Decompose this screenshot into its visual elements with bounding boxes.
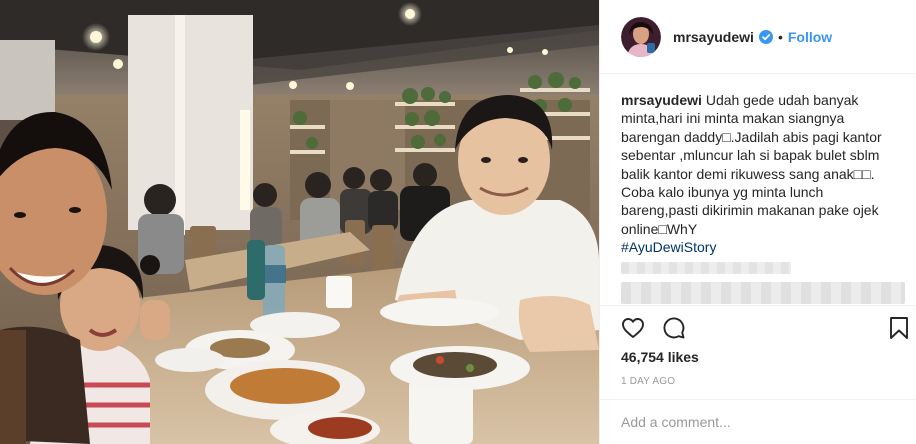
post-header: mrsayudewi • Follow — [600, 0, 916, 74]
caption-username[interactable]: mrsayudewi — [621, 92, 702, 108]
author-username[interactable]: mrsayudewi — [673, 29, 754, 45]
caption-text-3: barengan daddy□.Jadilah abis pagi kantor — [621, 128, 882, 145]
caption-text-6: Coba kalo ibunya yg minta lunch — [621, 184, 824, 201]
caption-line-1: mrsayudewi Udah gede udah banyak — [621, 91, 903, 109]
verified-badge-icon — [758, 29, 773, 44]
caption-text-1: Udah gede udah banyak — [705, 92, 859, 108]
follow-button[interactable]: Follow — [788, 29, 832, 45]
caption-text-4: sebentar ,mluncur lah si bapak bulet sbl… — [621, 147, 880, 164]
author-avatar[interactable] — [621, 16, 661, 57]
comment-input[interactable] — [621, 412, 891, 432]
heart-icon[interactable] — [621, 316, 645, 340]
caption-text-7: bareng,pasti dikirimin makanan pake ojek — [621, 202, 879, 219]
post-photo[interactable] — [0, 0, 599, 444]
instagram-post: mrsayudewi • Follow mrsayudewi Udah gede… — [0, 0, 916, 444]
comment-bubble-icon[interactable] — [662, 316, 686, 340]
restaurant-family-photo — [0, 0, 599, 444]
caption-text-5: balik kantor demi rikuwess sang anak□□. — [621, 165, 875, 182]
post-timestamp[interactable]: 1 DAY AGO — [621, 376, 675, 387]
caption-text-2: minta,hari ini minta makan siangnya — [621, 110, 845, 127]
blurred-comment-placeholder — [621, 262, 791, 274]
caption-hashtag[interactable]: #AyuDewiStory — [621, 238, 903, 256]
actions-divider — [600, 305, 916, 306]
caption-text-8: online□WhY — [621, 220, 698, 237]
header-separator: • — [777, 28, 783, 45]
blurred-comment-placeholder — [621, 282, 905, 304]
likes-count[interactable]: 46,754 likes — [621, 349, 699, 365]
comment-box — [600, 399, 916, 444]
avatar-photo-icon — [621, 16, 661, 57]
post-caption: mrsayudewi Udah gede udah banyak minta,h… — [621, 91, 903, 257]
post-sidebar: mrsayudewi • Follow mrsayudewi Udah gede… — [599, 0, 916, 444]
bookmark-icon[interactable] — [887, 316, 911, 340]
